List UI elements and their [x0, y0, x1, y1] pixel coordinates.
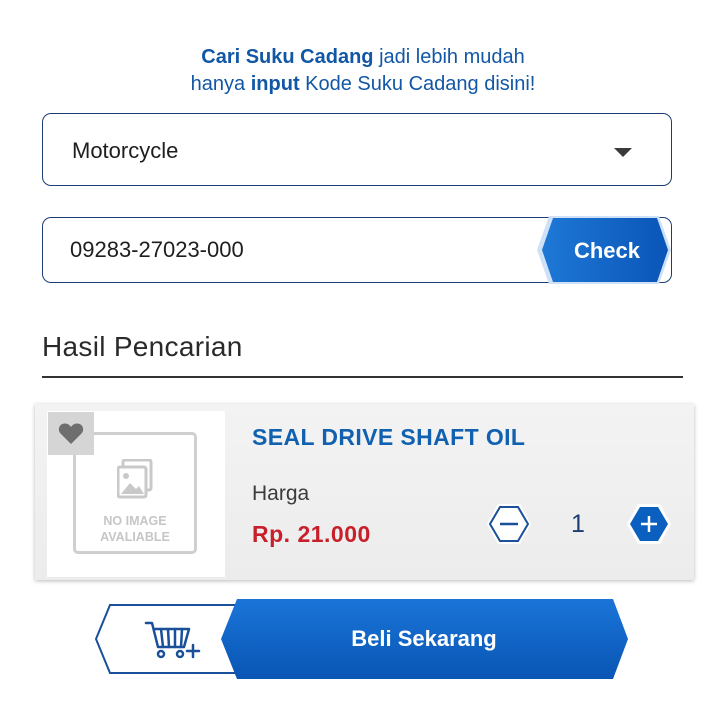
product-card: NO IMAGE AVALIABLE SEAL DRIVE SHAFT OIL …: [35, 404, 694, 580]
product-price: Rp. 21.000: [252, 521, 371, 547]
heart-icon: [58, 423, 84, 444]
part-code-value: 09283-27023-000: [70, 237, 244, 262]
no-image-text: NO IMAGE AVALIABLE: [100, 514, 170, 544]
quantity-value[interactable]: 1: [563, 510, 593, 539]
product-name: SEAL DRIVE SHAFT OIL: [252, 424, 526, 450]
decrease-quantity-button[interactable]: [486, 503, 532, 545]
intro-line-2: hanya input Kode Suku Cadang disini!: [190, 73, 536, 95]
chevron-down-icon: [614, 148, 632, 157]
intro-line-1: Cari Suku Cadang jadi lebih mudah: [201, 46, 525, 68]
results-divider: [42, 376, 683, 378]
image-icon: [117, 459, 153, 499]
price-label: Harga: [252, 482, 310, 505]
check-button[interactable]: Check: [536, 215, 672, 285]
results-title: Hasil Pencarian: [42, 331, 243, 362]
favorite-button[interactable]: [48, 412, 94, 455]
buy-now-label: Beli Sekarang: [351, 626, 497, 651]
vehicle-type-value: Motorcycle: [72, 138, 179, 163]
check-button-label: Check: [573, 238, 641, 263]
vehicle-type-select[interactable]: Motorcycle: [42, 113, 672, 186]
buy-now-button[interactable]: Beli Sekarang: [219, 599, 629, 679]
intro-text: Cari Suku Cadang jadi lebih mudah hanya …: [0, 44, 726, 98]
increase-quantity-button[interactable]: [626, 503, 672, 545]
